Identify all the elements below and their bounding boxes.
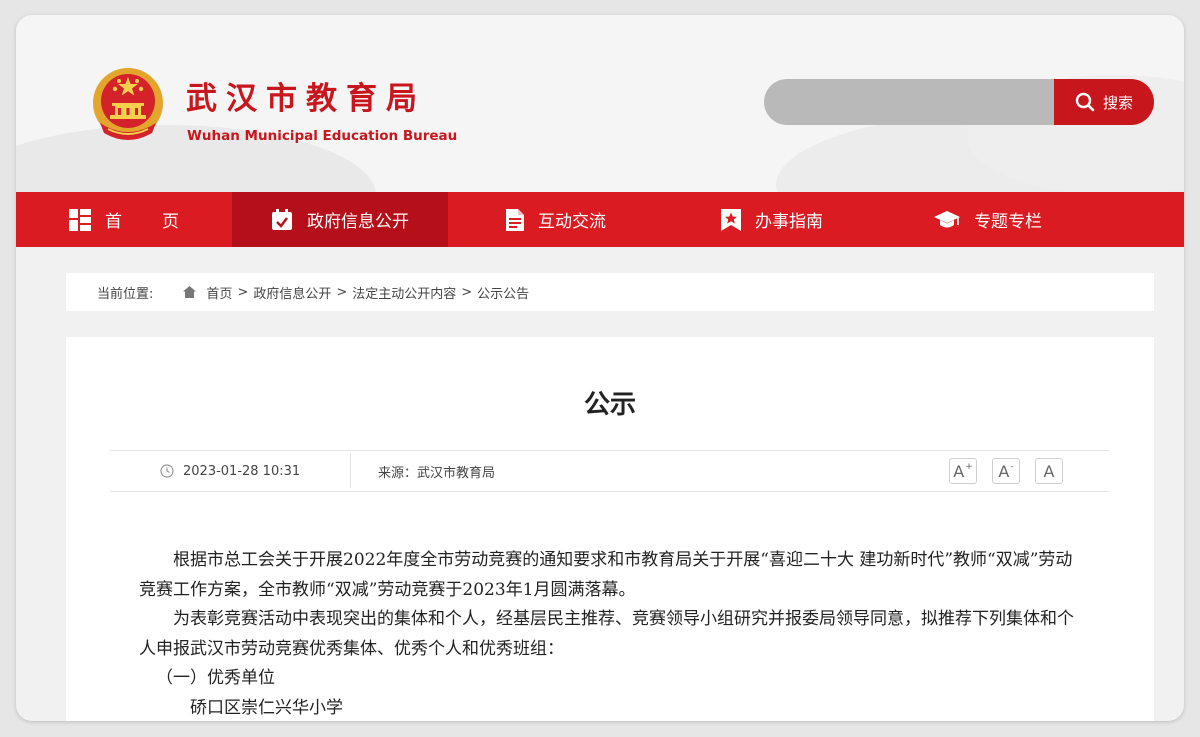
nav-item-label: 办事指南 — [755, 212, 823, 232]
browser-window: 武汉市教育局 Wuhan Municipal Education Bureau … — [16, 15, 1184, 721]
article-meta: 2023-01-28 10:31 来源：武汉市教育局 A + A- A — [110, 450, 1109, 492]
site-subtitle: Wuhan Municipal Education Bureau — [187, 128, 458, 144]
font-size-increase-button[interactable]: A + — [949, 458, 977, 484]
breadcrumb-separator: > — [336, 284, 348, 300]
list-item: 硚口区崇仁兴华小学 — [190, 697, 343, 718]
search-input[interactable] — [764, 79, 1056, 125]
document-icon — [506, 208, 524, 231]
nav-item-label: 首页 — [105, 212, 219, 232]
section-heading: （一）优秀单位 — [156, 668, 275, 688]
nav-item-gov-info[interactable]: 政府信息公开 — [232, 192, 448, 247]
nav-item-home[interactable]: 首页 — [16, 192, 232, 247]
nav-item-label: 专题专栏 — [974, 212, 1042, 232]
font-size-reset-button[interactable]: A — [1035, 458, 1063, 484]
search-button-label: 搜索 — [1102, 93, 1133, 112]
breadcrumb-label: 当前位置: — [97, 286, 154, 302]
site-header: 武汉市教育局 Wuhan Municipal Education Bureau … — [16, 15, 1184, 192]
search-button[interactable]: 搜索 — [1054, 79, 1154, 125]
nav-item-topics[interactable]: 专题专栏 — [880, 192, 1096, 247]
article-body: 根据市总工会关于开展2022年度全市劳动竞赛的通知要求和市教育局关于开展“喜迎二… — [139, 546, 1089, 721]
home-icon — [183, 286, 197, 298]
nav-item-label: 政府信息公开 — [307, 212, 409, 232]
article-container: 公示 2023-01-28 10:31 来源：武汉市教育局 A + A- A 根据… — [66, 337, 1154, 721]
nav-item-interaction[interactable]: 互动交流 — [448, 192, 664, 247]
article-paragraph: 根据市总工会关于开展2022年度全市劳动竞赛的通知要求和市教育局关于开展“喜迎二… — [139, 550, 1073, 600]
meta-divider — [350, 454, 351, 488]
breadcrumb-item-home[interactable]: 首页 — [206, 283, 232, 302]
clock-icon — [160, 464, 174, 478]
breadcrumb-separator: > — [461, 284, 473, 300]
bookmark-star-icon — [721, 208, 741, 231]
search-icon — [1075, 92, 1095, 112]
article-source: 来源：武汉市教育局 — [378, 465, 496, 481]
calendar-check-icon — [272, 208, 292, 230]
article-date-text: 2023-01-28 10:31 — [183, 463, 301, 479]
article-date: 2023-01-28 10:31 — [160, 451, 300, 491]
main-nav: 首页 政府信息公开 互动交流 办事指南 专题专栏 — [16, 192, 1184, 247]
graduation-cap-icon — [934, 210, 960, 227]
grid-icon — [69, 208, 91, 231]
breadcrumb-separator: > — [237, 284, 249, 300]
nav-item-guide[interactable]: 办事指南 — [664, 192, 880, 247]
article-paragraph: 为表彰竞赛活动中表现突出的集体和个人，经基层民主推荐、竞赛领导小组研究并报委局领… — [139, 609, 1074, 659]
site-title: 武汉市教育局 — [186, 81, 426, 117]
breadcrumb-item-statutory[interactable]: 法定主动公开内容 — [352, 283, 456, 302]
article-title: 公示 — [583, 390, 636, 420]
breadcrumb-item-notices[interactable]: 公示公告 — [477, 283, 529, 302]
nav-item-label: 互动交流 — [538, 212, 606, 232]
breadcrumb: 当前位置: 首页 > 政府信息公开 > 法定主动公开内容 > 公示公告 — [66, 273, 1154, 311]
font-size-decrease-button[interactable]: A- — [992, 458, 1020, 484]
breadcrumb-item-gov-info[interactable]: 政府信息公开 — [253, 283, 331, 302]
national-emblem-icon — [93, 68, 163, 140]
